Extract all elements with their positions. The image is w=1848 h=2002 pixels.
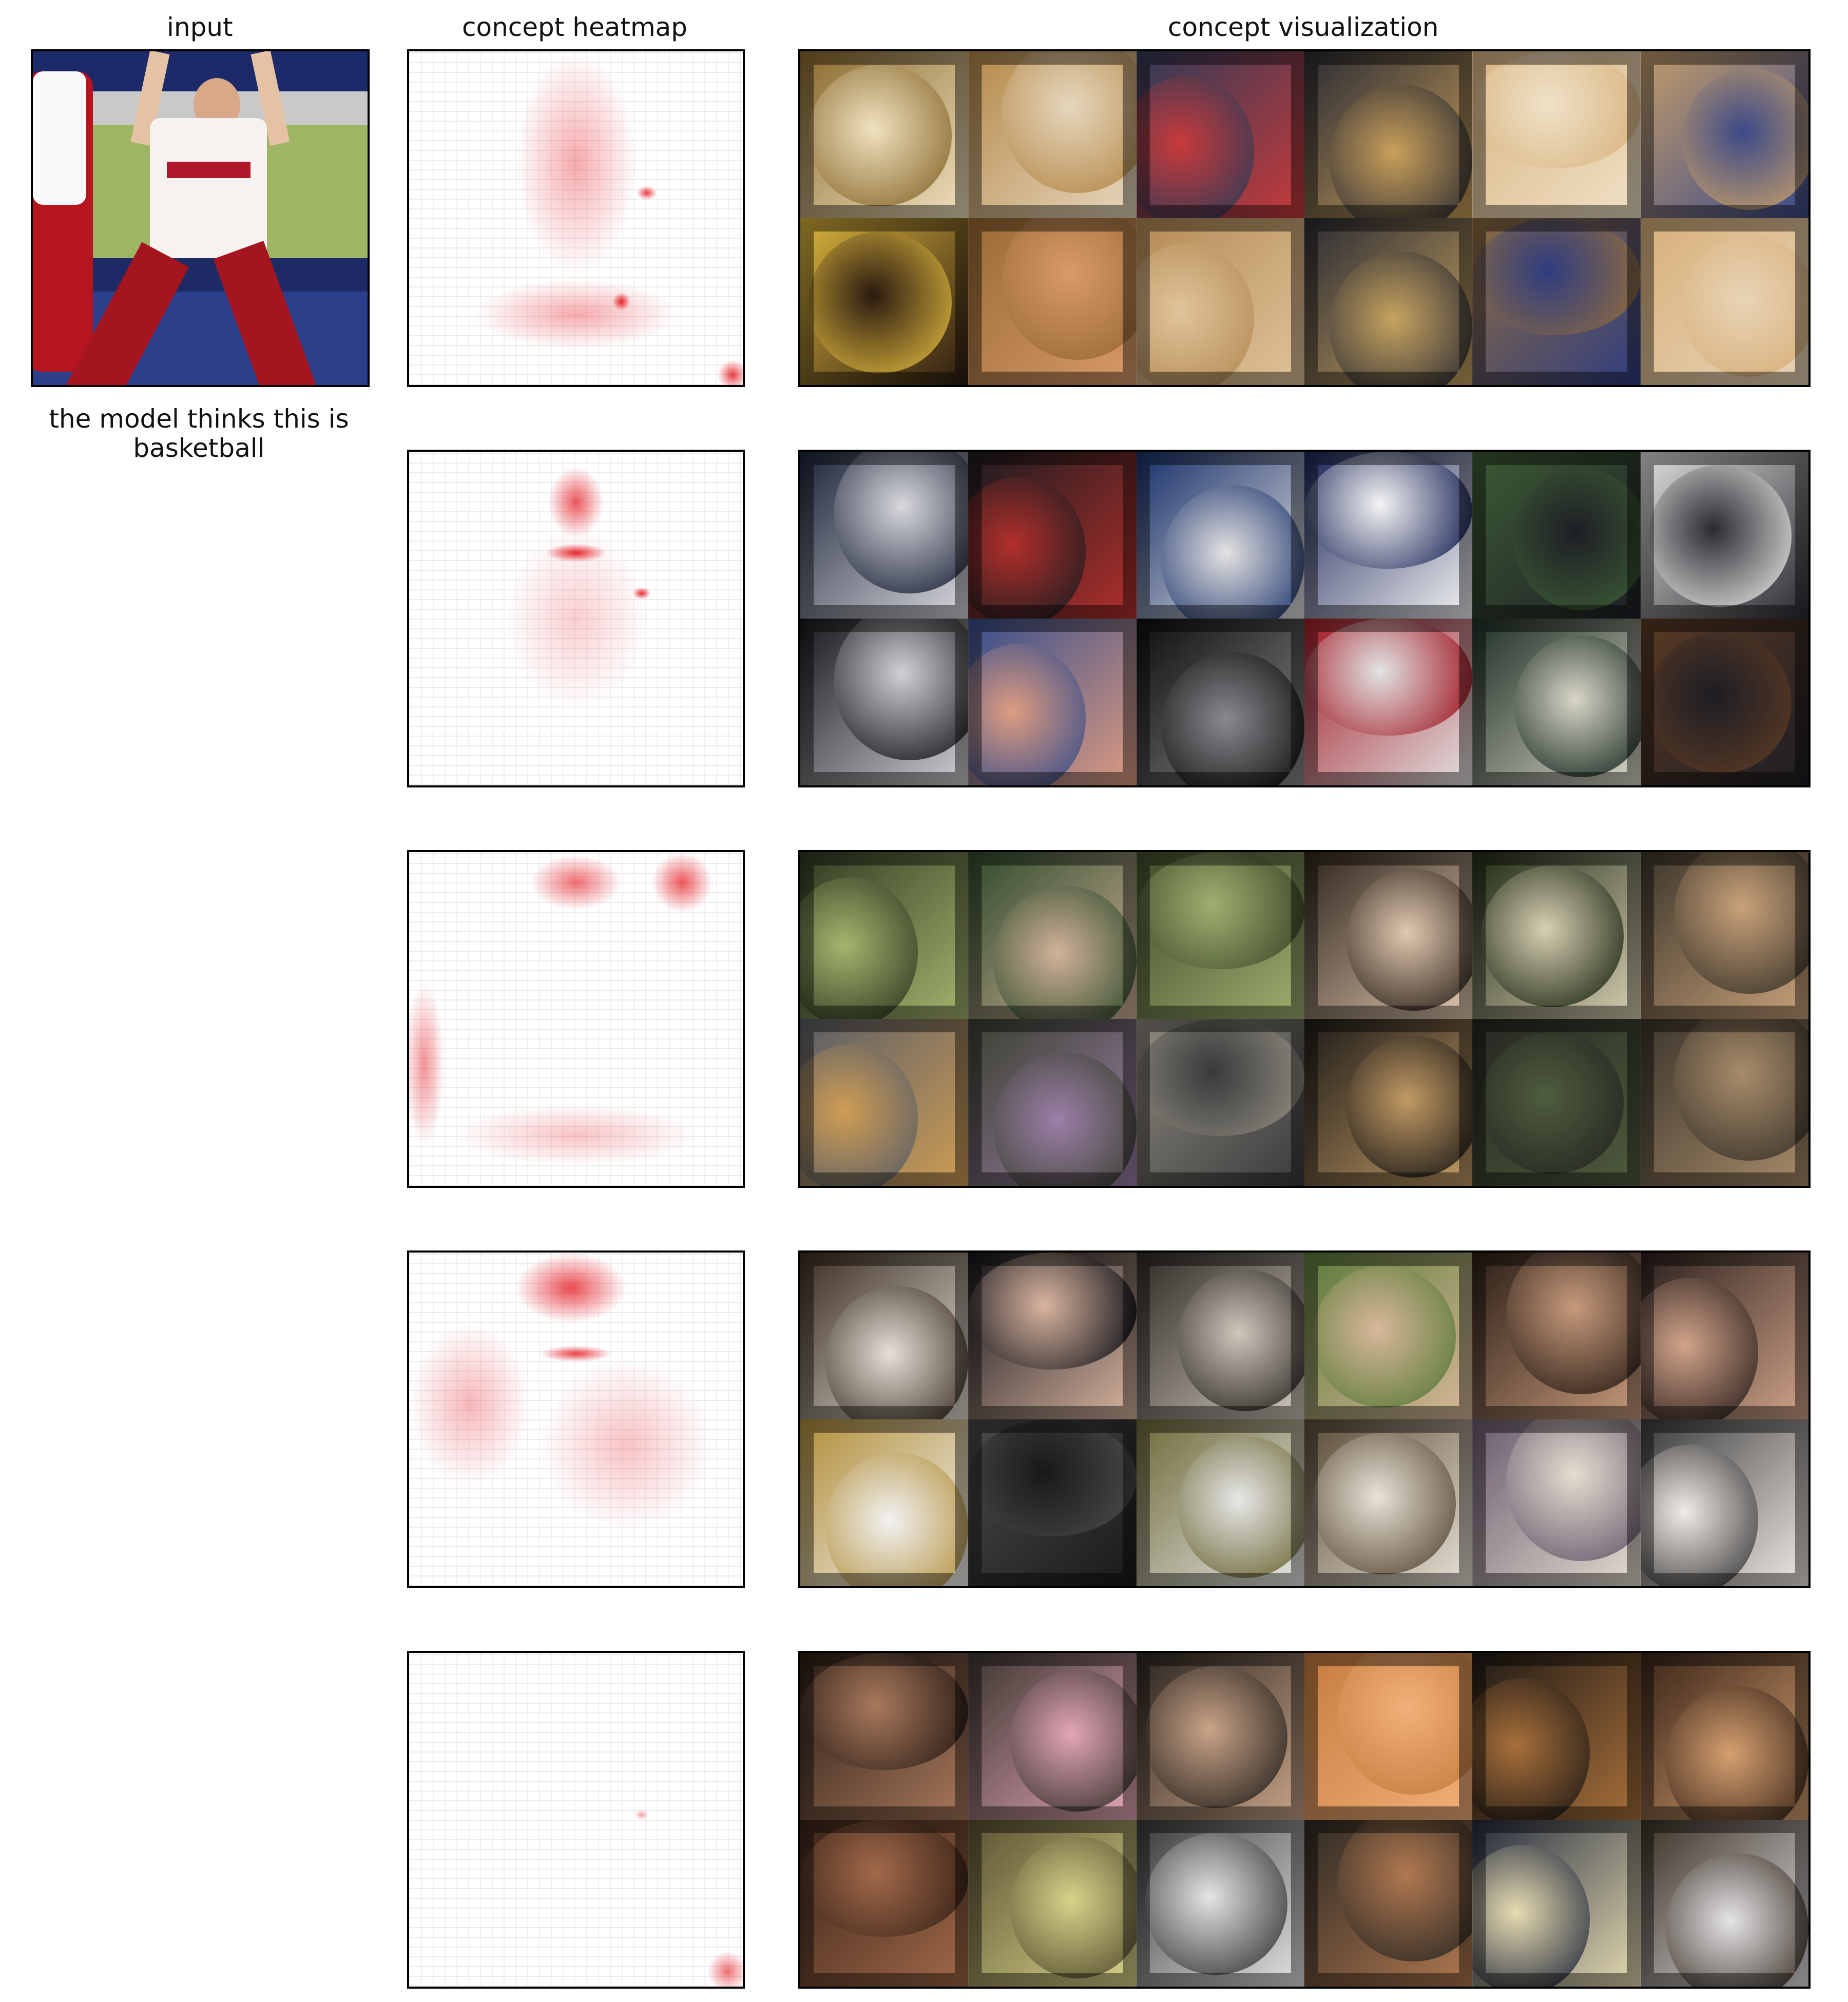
concept-example-image <box>1136 1820 1304 1987</box>
concept-example-image <box>1136 1419 1304 1586</box>
heat-region <box>634 1810 649 1820</box>
concept-example-image <box>800 1820 969 1987</box>
concept-example-image <box>1304 51 1473 218</box>
heatmap-title: concept heatmap <box>462 12 688 42</box>
concept-heatmap <box>407 450 745 787</box>
concept-example-image <box>800 1653 969 1820</box>
concept-example-image <box>800 852 969 1019</box>
concept-visualization-grid <box>798 1651 1811 1989</box>
heat-region <box>707 1951 743 1987</box>
concept-example-image <box>1472 452 1641 619</box>
concept-example-image <box>800 452 969 619</box>
concept-example-image <box>1640 1019 1808 1186</box>
concept-example-image <box>1472 852 1641 1019</box>
concept-example-image <box>1472 218 1641 385</box>
concept-example-image <box>1304 452 1473 619</box>
concept-example-image <box>1472 1019 1641 1186</box>
concept-example-image <box>1472 51 1641 218</box>
concept-heatmap <box>407 850 745 1188</box>
concept-example-image <box>968 1253 1137 1419</box>
concept-visualization-grid <box>798 450 1811 787</box>
prediction-caption: the model thinks this is basketball <box>49 404 349 463</box>
concept-example-image <box>1136 1653 1304 1820</box>
concept-example-image <box>1304 1653 1473 1820</box>
heat-region <box>515 1253 627 1323</box>
concept-example-image <box>1640 852 1808 1019</box>
concept-example-image <box>800 51 969 218</box>
concept-example-image <box>1640 1419 1808 1586</box>
concept-example-image <box>1640 218 1808 385</box>
heat-region <box>612 292 631 311</box>
input-image <box>31 49 370 387</box>
concept-example-image <box>800 1253 969 1419</box>
concept-example-image <box>1304 1253 1473 1419</box>
concept-example-image <box>1136 619 1304 785</box>
concept-example-image <box>968 218 1137 385</box>
concept-heatmap <box>407 49 745 387</box>
concept-example-image <box>800 218 969 385</box>
concept-example-image <box>1304 1019 1473 1186</box>
heat-region <box>530 854 622 911</box>
concept-example-image <box>968 452 1137 619</box>
heat-region <box>505 527 647 710</box>
heat-region <box>409 984 445 1146</box>
heat-region <box>475 279 677 350</box>
concept-example-image <box>968 51 1137 218</box>
concept-example-image <box>1136 218 1304 385</box>
concept-example-image <box>800 1419 969 1586</box>
heat-region <box>454 1105 698 1166</box>
concept-example-image <box>1304 1820 1473 1987</box>
concept-example-image <box>968 1653 1137 1820</box>
concept-example-image <box>1640 452 1808 619</box>
heat-region <box>637 185 657 200</box>
heat-region <box>651 852 713 913</box>
concept-visualization-grid <box>798 49 1811 387</box>
concept-example-image <box>1136 852 1304 1019</box>
concept-example-image <box>1640 51 1808 218</box>
concept-example-image <box>1136 51 1304 218</box>
concept-example-image <box>968 1019 1137 1186</box>
heat-region <box>541 1358 713 1531</box>
concept-example-image <box>1640 1820 1808 1987</box>
concept-example-image <box>1640 619 1808 785</box>
concept-example-image <box>1472 1419 1641 1586</box>
concept-example-image <box>1136 452 1304 619</box>
concept-visualization-grid <box>798 850 1811 1188</box>
concept-example-image <box>1136 1019 1304 1186</box>
concept-heatmap <box>407 1651 745 1989</box>
concept-example-image <box>1304 218 1473 385</box>
heat-region <box>548 467 604 538</box>
heat-region <box>515 51 637 274</box>
concept-example-image <box>1136 1253 1304 1419</box>
concept-example-image <box>1640 1253 1808 1419</box>
concept-example-image <box>968 1419 1137 1586</box>
concept-example-image <box>1304 619 1473 785</box>
concept-example-image <box>1640 1653 1808 1820</box>
heat-region <box>409 1323 531 1486</box>
heat-region <box>717 359 743 385</box>
concept-example-image <box>1472 1253 1641 1419</box>
concept-example-image <box>800 619 969 785</box>
input-title: input <box>167 12 233 42</box>
visualization-title: concept visualization <box>1168 12 1439 42</box>
heat-region <box>541 1345 611 1362</box>
concept-example-image <box>968 619 1137 785</box>
concept-example-image <box>1304 852 1473 1019</box>
concept-example-image <box>1472 1653 1641 1820</box>
concept-example-image <box>1472 619 1641 785</box>
concept-example-image <box>800 1019 969 1186</box>
concept-example-image <box>968 1820 1137 1987</box>
concept-example-image <box>1304 1419 1473 1586</box>
concept-example-image <box>968 852 1137 1019</box>
concept-heatmap <box>407 1250 745 1588</box>
concept-example-image <box>1472 1820 1641 1987</box>
concept-visualization-grid <box>798 1250 1811 1588</box>
